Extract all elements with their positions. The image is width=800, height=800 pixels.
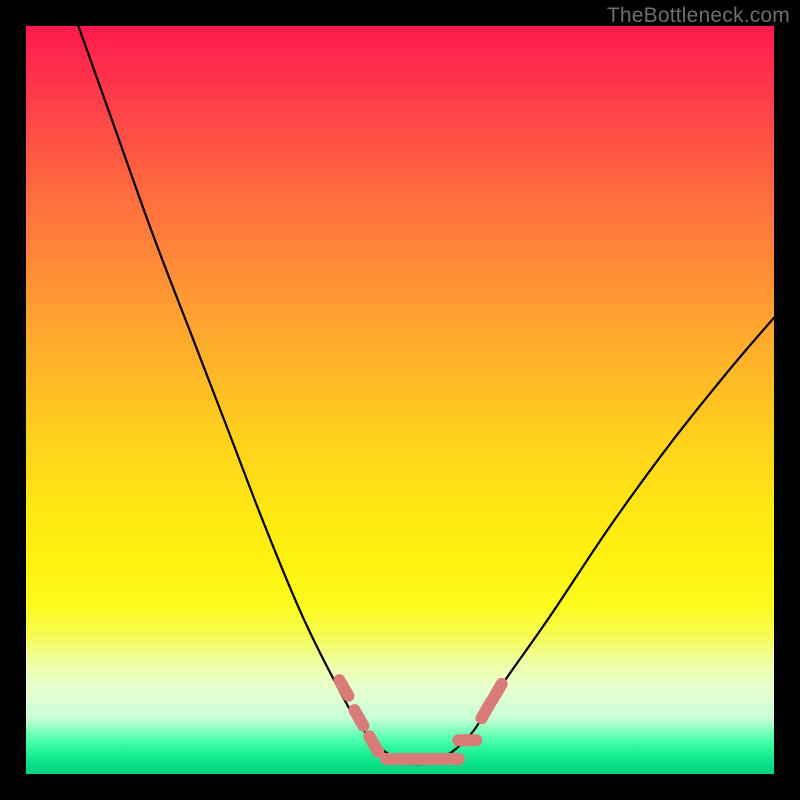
curve-layer bbox=[26, 26, 774, 774]
marker-dash bbox=[482, 703, 491, 719]
watermark-text: TheBottleneck.com bbox=[607, 4, 790, 28]
marker-dash bbox=[339, 680, 348, 696]
plot-area bbox=[26, 26, 774, 774]
marker-dash bbox=[369, 736, 378, 752]
marker-dash bbox=[354, 710, 363, 726]
marker-dash bbox=[493, 684, 502, 700]
chart-frame: TheBottleneck.com bbox=[0, 0, 800, 800]
bottleneck-curve bbox=[78, 26, 774, 764]
highlight-markers bbox=[339, 680, 501, 759]
